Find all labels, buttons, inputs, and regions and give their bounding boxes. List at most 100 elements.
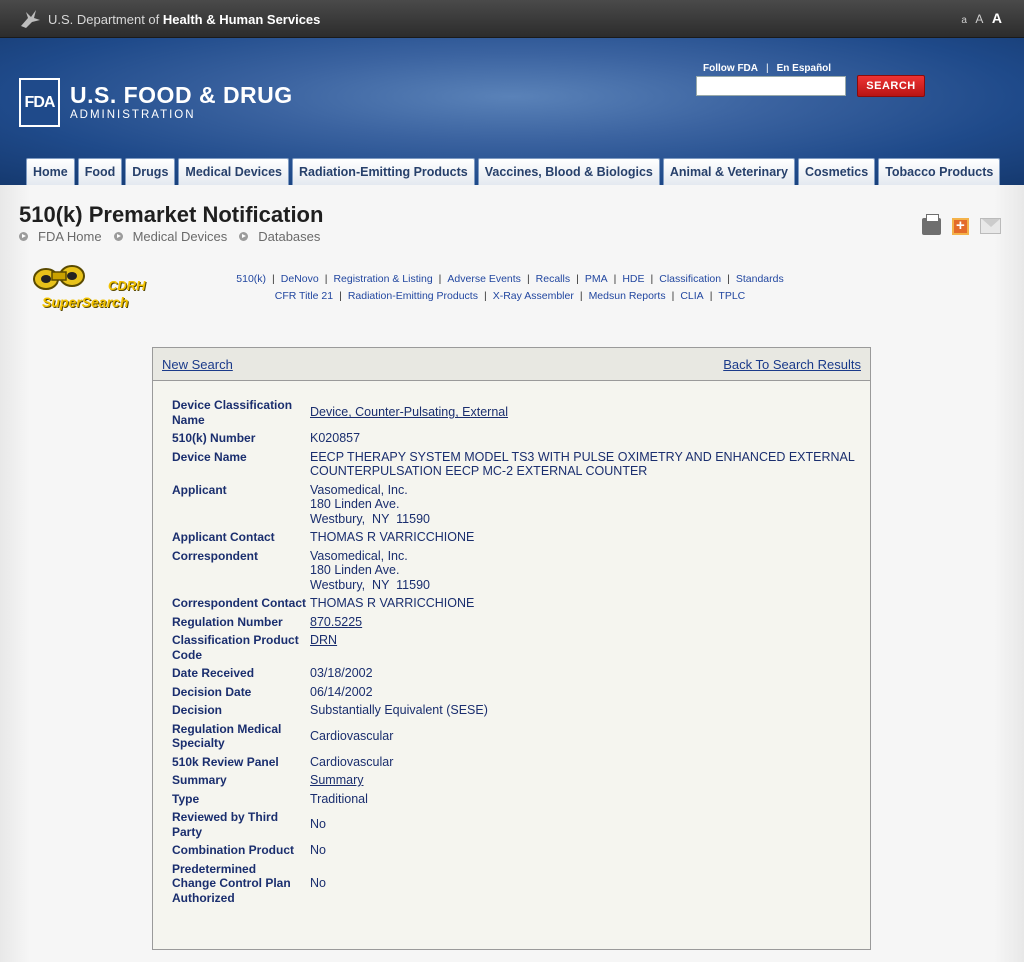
record-panel-header: New Search Back To Search Results — [153, 348, 870, 381]
field-row: Type Traditional — [172, 792, 862, 807]
new-search-link[interactable]: New Search — [162, 357, 233, 372]
field-label: Correspondent Contact — [172, 596, 307, 610]
header-link-separator: | — [766, 63, 769, 74]
field-label: Correspondent — [172, 548, 259, 563]
text-size-medium[interactable]: A — [975, 12, 983, 26]
link-xray-assembler[interactable]: X-Ray Assembler — [493, 290, 574, 302]
link-separator: | — [709, 290, 713, 302]
field-value: Device, Counter-Pulsating, External — [310, 405, 862, 420]
database-links-row-1: 510(k) | DeNovo | Registration & Listing | Adv… — [160, 271, 860, 288]
tab-animal-veterinary[interactable]: Animal & Veterinary — [662, 158, 795, 185]
hhs-department-link[interactable]: U.S. Department of Health & Human Servic… — [48, 12, 320, 27]
plus-icon[interactable] — [952, 217, 969, 235]
link-tplc[interactable]: TPLC — [718, 290, 745, 302]
tab-drugs[interactable]: Drugs — [125, 158, 176, 185]
link-separator: | — [727, 273, 730, 285]
field-row: Combination Product No — [172, 843, 862, 858]
link-pma[interactable]: PMA — [585, 273, 608, 285]
tab-vaccines-blood-biologics[interactable]: Vaccines, Blood & Biologics — [477, 158, 660, 185]
link-recalls[interactable]: Recalls — [536, 273, 570, 285]
link-clia[interactable]: CLIA — [680, 290, 703, 302]
link-standards[interactable]: Standards — [736, 273, 784, 285]
breadcrumb: FDA Home Medical Devices Databases — [19, 229, 332, 244]
link-hde[interactable]: HDE — [622, 273, 644, 285]
cdrh-supersearch-logo[interactable]: CDRH SuperSearch — [30, 258, 155, 312]
field-row: Device Name EECP THERAPY SYSTEM MODEL TS… — [172, 450, 862, 479]
field-label: Regulation Medical Specialty — [172, 721, 282, 751]
espanol-link[interactable]: En Español — [777, 63, 831, 74]
mail-icon[interactable] — [980, 218, 1001, 234]
summary-link[interactable]: Summary — [310, 773, 363, 787]
breadcrumb-arrow-icon — [239, 232, 249, 241]
regulation-number-link[interactable]: 870.5225 — [310, 615, 362, 629]
tab-medical-devices[interactable]: Medical Devices — [178, 158, 289, 185]
text-size-controls: a A A — [957, 10, 1002, 28]
link-separator: | — [438, 273, 442, 285]
link-classification[interactable]: Classification — [659, 273, 721, 285]
link-cfr-title-21[interactable]: CFR Title 21 — [275, 290, 333, 302]
tab-food[interactable]: Food — [77, 158, 123, 185]
record-panel: New Search Back To Search Results Device… — [152, 347, 871, 950]
field-value: 870.5225 — [310, 615, 862, 630]
field-label: Combination Product — [172, 843, 294, 857]
field-label: Date Received — [172, 666, 255, 680]
field-value: DRN — [310, 633, 862, 648]
field-row: Classification Product Code DRN — [172, 633, 862, 662]
header-links: Follow FDA | En Español — [703, 63, 831, 74]
breadcrumb-item[interactable]: Databases — [239, 229, 320, 244]
link-medsun-reports[interactable]: Medsun Reports — [589, 290, 666, 302]
classification-name-link[interactable]: Device, Counter-Pulsating, External — [310, 405, 508, 419]
link-registration-listing[interactable]: Registration & Listing — [333, 273, 432, 285]
field-value: No — [310, 817, 326, 832]
product-code-link[interactable]: DRN — [310, 633, 337, 647]
breadcrumb-item[interactable]: Medical Devices — [113, 229, 227, 244]
address-line: 180 Linden Ave. — [310, 563, 400, 577]
link-separator: | — [650, 273, 654, 285]
field-row: Correspondent Vasomedical, Inc. 180 Lind… — [172, 549, 862, 593]
field-row: Regulation Medical Specialty Cardiovascu… — [172, 722, 862, 751]
field-label: 510(k) Number — [172, 431, 256, 445]
field-label: Reviewed by Third Party — [172, 810, 279, 839]
cdrh-label: CDRH — [108, 278, 146, 293]
print-icon[interactable] — [922, 214, 941, 235]
link-separator: | — [576, 273, 579, 285]
field-row: Applicant Contact THOMAS R VARRICCHIONE — [172, 530, 862, 545]
database-links-row-2: CFR Title 21 | Radiation-Emitting Products… — [160, 288, 860, 305]
back-to-results-link[interactable]: Back To Search Results — [723, 357, 861, 372]
link-separator: | — [613, 273, 617, 285]
address-line: 180 Linden Ave. — [310, 497, 400, 511]
text-size-large[interactable]: A — [992, 10, 1002, 26]
tab-tobacco-products[interactable]: Tobacco Products — [878, 158, 1001, 185]
breadcrumb-item[interactable]: FDA Home — [19, 229, 102, 244]
field-label: Classification Product Code — [172, 633, 299, 662]
hhs-bar: U.S. Department of Health & Human Servic… — [0, 0, 1024, 38]
utility-icons — [922, 214, 1001, 235]
field-value: 03/18/2002 — [310, 666, 373, 680]
link-radiation-emitting-products[interactable]: Radiation-Emitting Products — [348, 290, 478, 302]
link-separator: | — [339, 290, 342, 302]
address-line: Westbury, NY 11590 — [310, 511, 430, 526]
tab-cosmetics[interactable]: Cosmetics — [797, 158, 876, 185]
main-nav: Home Food Drugs Medical Devices Radiatio… — [26, 158, 1001, 185]
text-size-small[interactable]: a — [961, 15, 967, 26]
link-adverse-events[interactable]: Adverse Events — [447, 273, 521, 285]
link-separator: | — [526, 273, 530, 285]
link-denovo[interactable]: DeNovo — [281, 273, 319, 285]
field-label: Applicant — [172, 482, 227, 497]
hhs-eagle-icon — [21, 10, 40, 28]
supersearch-label: SuperSearch — [42, 294, 129, 310]
tab-home[interactable]: Home — [26, 158, 75, 185]
address-line: Westbury, NY 11590 — [310, 577, 430, 592]
follow-fda-link[interactable]: Follow FDA — [703, 63, 758, 74]
hhs-prefix: U.S. Department of — [48, 12, 163, 27]
field-row: Regulation Number 870.5225 — [172, 615, 862, 630]
field-label: 510k Review Panel — [172, 754, 279, 769]
field-row: Device Classification Name Device, Count… — [172, 398, 862, 427]
field-value: Summary — [310, 773, 862, 788]
search-input[interactable] — [696, 76, 846, 96]
link-510k[interactable]: 510(k) — [236, 273, 266, 285]
search-button[interactable]: SEARCH — [857, 75, 925, 97]
site-title[interactable]: U.S. FOOD & DRUG — [70, 82, 293, 109]
fda-logo[interactable]: FDA — [19, 78, 60, 127]
tab-radiation-emitting-products[interactable]: Radiation-Emitting Products — [292, 158, 475, 185]
